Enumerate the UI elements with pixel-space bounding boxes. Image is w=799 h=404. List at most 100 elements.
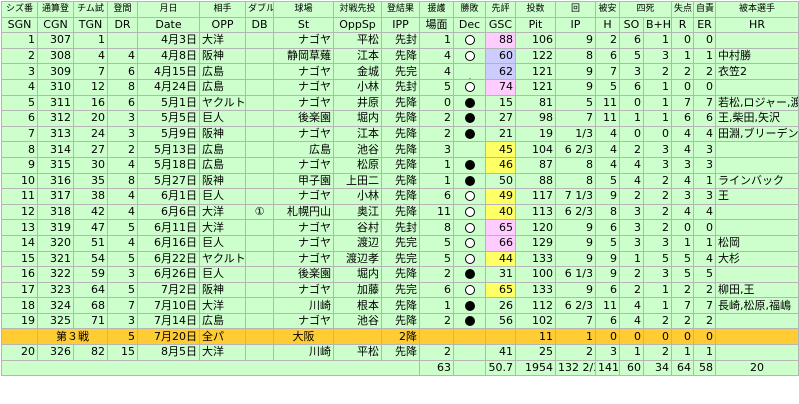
innings-cell: 9 [555, 63, 596, 80]
hits-cell: 8 [595, 203, 620, 221]
pitches-cell: 11 [515, 328, 556, 346]
loss-circle-icon [464, 175, 475, 186]
innings-cell: 8 [555, 156, 596, 174]
runs-cell: 0 [671, 219, 695, 236]
date-cell: 6月16日 [137, 234, 200, 252]
db-cell: ① [245, 203, 274, 221]
decision-cell [453, 141, 486, 158]
header-cell: 登結果 [381, 1, 420, 18]
pitches-cell: 117 [515, 188, 556, 205]
total-earned-runs: 58 [693, 359, 717, 377]
opp-cell: 大洋 [199, 32, 246, 49]
db-cell [245, 156, 274, 174]
game-score-cell: 26 [485, 297, 516, 314]
date-cell: 5月9日 [137, 125, 200, 143]
tgn-cell: 82 [73, 344, 108, 361]
run-support-cell: 3 [419, 141, 454, 158]
header-row-bottom: SGN CGN TGN DR Date OPP DB St OppSp IPP 場面 Dec GSC Pi… [1, 16, 799, 34]
strikeouts-cell: 5 [619, 47, 644, 65]
run-support-cell: 2 [419, 312, 454, 330]
strikeouts-cell: 2 [619, 266, 644, 283]
earned-runs-cell: 1 [693, 47, 717, 65]
header-cell: IP [555, 16, 596, 34]
tgn-cell: 30 [73, 156, 108, 174]
decision-cell [453, 266, 486, 283]
dr-cell: 2 [107, 141, 138, 158]
opp-cell: 広島 [199, 141, 246, 158]
result-cell: 先降 [381, 125, 420, 143]
date-cell: 5月18日 [137, 156, 200, 174]
header-cell: CGN [37, 16, 74, 34]
earned-runs-cell: 1 [693, 344, 717, 361]
home-runs-cell: 柳田,王 [715, 281, 799, 299]
hits-cell: 6 [595, 312, 620, 330]
table-body: シズ番 通算登 チム試 登間 月日 相手 ダブル 球場 対戦先投 登結果 援護 勝敗 先評 投数回被安 四死… [1, 1, 799, 377]
decision-cell [453, 94, 486, 112]
home-runs-cell [715, 156, 799, 174]
date-cell: 5月13日 [137, 141, 200, 158]
loss-circle-icon [464, 97, 475, 108]
db-cell [245, 328, 274, 346]
run-support-cell: 5 [419, 234, 454, 252]
db-cell [245, 125, 274, 143]
dr-cell: 5 [107, 250, 138, 268]
spacer-cell [1, 359, 420, 377]
walks-cell: 2 [642, 63, 673, 80]
opp-pitcher-cell: 池谷 [333, 312, 382, 330]
game-score-cell: 56 [485, 312, 516, 330]
home-runs-cell: 若松,ロジャー,渡辺進 [715, 94, 799, 112]
runs-cell: 4 [671, 203, 695, 221]
pitches-cell: 122 [515, 47, 556, 65]
runs-cell: 2 [671, 63, 695, 80]
tgn-cell: 20 [73, 110, 108, 127]
earned-runs-cell: 0 [693, 78, 717, 96]
hits-cell: 6 [595, 219, 620, 236]
tgn-cell: 59 [73, 266, 108, 283]
earned-runs-cell: 4 [693, 125, 717, 143]
earned-runs-cell: 0 [693, 32, 717, 49]
innings-cell: 8 [555, 47, 596, 65]
table-row: 10 316 35 8 5月27日 阪神 甲子園 上田二 先降 1 50 88 8 5 4 2 4 1 ラインバック [1, 172, 799, 190]
opp-cell: 巨人 [199, 110, 246, 127]
dr-cell: 5 [107, 219, 138, 236]
result-cell: 先降 [381, 94, 420, 112]
home-runs-cell: 大杉 [715, 250, 799, 268]
win-circle-icon [464, 253, 475, 264]
cgn-cell: 307 [37, 32, 74, 49]
sgn-cell: 7 [1, 125, 38, 143]
stadium-cell: ナゴヤ [273, 156, 334, 174]
dr-cell: 15 [107, 344, 138, 361]
header-cell: 被本選手 [715, 1, 799, 18]
header-cell: TGN [73, 16, 108, 34]
opp-cell: ヤクルト [199, 94, 246, 112]
home-runs-cell [715, 344, 799, 361]
strikeouts-cell: 0 [619, 94, 644, 112]
decision-cell [453, 234, 486, 252]
innings-cell: 7 [555, 312, 596, 330]
tgn-cell: 47 [73, 219, 108, 236]
walks-cell: 3 [642, 266, 673, 283]
opp-pitcher-cell: 堀内 [333, 266, 382, 283]
db-cell [245, 219, 274, 236]
db-cell [245, 110, 274, 127]
header-cell: ダブル [245, 1, 274, 18]
total-walks: 34 [642, 359, 673, 377]
decision-cell [453, 203, 486, 221]
loss-circle-icon [464, 129, 475, 140]
tgn-cell: 35 [73, 172, 108, 190]
loss-circle-icon [464, 269, 475, 280]
win-circle-icon [464, 207, 475, 218]
pitches-cell: 87 [515, 156, 556, 174]
home-runs-cell [715, 219, 799, 236]
opp-pitcher-cell: 江本 [333, 47, 382, 65]
dr-cell: 3 [107, 312, 138, 330]
earned-runs-cell: 3 [693, 188, 717, 205]
run-support-cell: 2 [419, 125, 454, 143]
home-runs-cell: 衣笠2 [715, 63, 799, 80]
walks-cell: 3 [642, 47, 673, 65]
header-cell: 球場 [273, 1, 334, 18]
win-circle-icon [464, 238, 475, 249]
run-support-cell: 2 [419, 110, 454, 127]
walks-cell: 1 [642, 32, 673, 49]
run-support-cell: 8 [419, 219, 454, 236]
